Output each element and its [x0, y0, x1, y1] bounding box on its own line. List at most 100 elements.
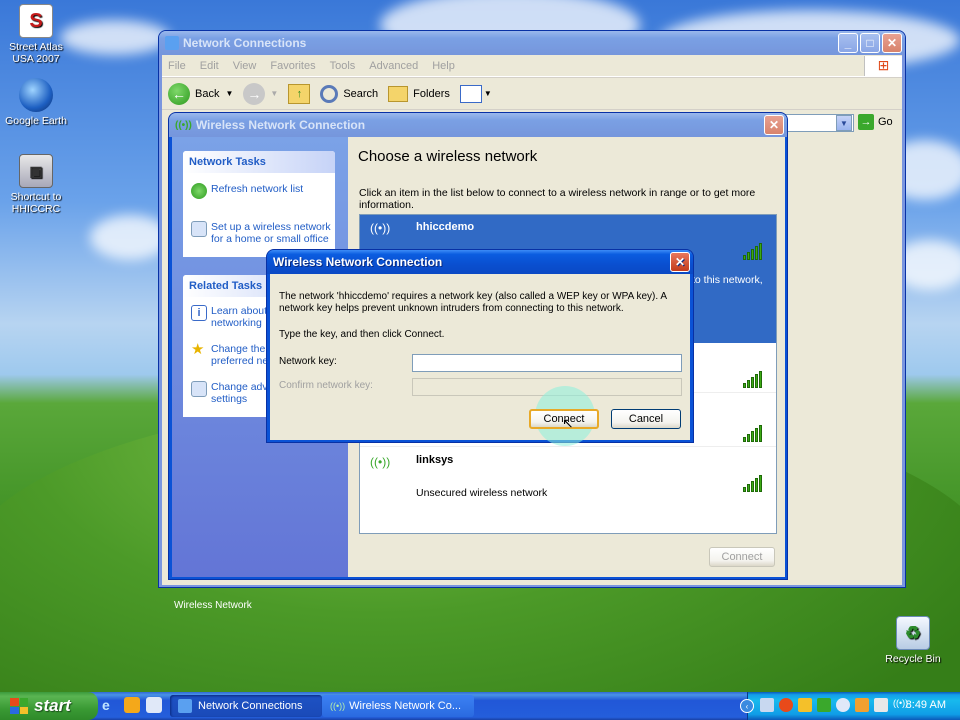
close-button[interactable]: ✕	[882, 33, 902, 53]
mouse-cursor-icon: ↖	[562, 415, 574, 431]
network-status: Unsecured wireless network	[416, 487, 548, 499]
desktop-icon-hhiccrc[interactable]: ▣ Shortcut to HHICCRC	[0, 154, 76, 215]
setup-wireless-network-link[interactable]: Set up a wireless network for a home or …	[191, 221, 331, 245]
network-key-dialog: Wireless Network Connection ✕ The networ…	[266, 249, 694, 446]
menu-file[interactable]: File	[168, 60, 186, 72]
chevron-down-icon: ▼	[270, 89, 279, 98]
menu-advanced[interactable]: Advanced	[369, 60, 418, 72]
go-arrow-icon: →	[858, 114, 874, 130]
menu-view[interactable]: View	[233, 60, 257, 72]
go-label: Go	[878, 116, 893, 128]
quick-launch: e	[102, 697, 162, 713]
taskbar: start e Network Connections ((•)) Wirele…	[0, 692, 960, 720]
wireless-title-bar[interactable]: ((•)) Wireless Network Connection ✕	[169, 113, 787, 137]
signal-strength-icon	[743, 475, 762, 492]
signal-strength-icon	[743, 243, 762, 260]
taskbar-item-label: Wireless Network Co...	[349, 700, 461, 712]
address-dropdown[interactable]: ▼	[836, 115, 852, 131]
folders-button[interactable]: Folders	[388, 85, 450, 102]
refresh-network-list-link[interactable]: Refresh network list	[191, 183, 331, 199]
menu-edit[interactable]: Edit	[200, 60, 219, 72]
recycle-bin-icon: ♻	[896, 616, 930, 650]
menu-tools[interactable]: Tools	[330, 60, 356, 72]
explorer-bottom-label: Wireless Network	[174, 600, 252, 611]
windows-flag-icon	[10, 698, 28, 714]
taskbar-wireless-network[interactable]: ((•)) Wireless Network Co...	[322, 695, 474, 717]
back-label: Back	[195, 87, 220, 100]
refresh-icon	[191, 183, 207, 199]
views-button[interactable]: ▼	[459, 84, 492, 103]
window-title: Network Connections	[183, 36, 307, 50]
signal-strength-icon	[743, 425, 762, 442]
menu-favorites[interactable]: Favorites	[270, 60, 315, 72]
tray-app-icon[interactable]	[817, 698, 831, 712]
desktop-icon-label: Shortcut to	[10, 191, 62, 203]
forward-button[interactable]: → ▼	[243, 82, 279, 105]
setup-network-icon	[191, 221, 207, 237]
cancel-button[interactable]: Cancel	[611, 409, 681, 429]
tray-app-icon[interactable]	[760, 698, 774, 712]
system-tray: ‹ ((•)) 8:49 AM	[740, 692, 960, 720]
show-desktop-icon[interactable]	[146, 697, 162, 713]
desktop-icon-street-atlas[interactable]: S Street Atlas USA 2007	[0, 4, 76, 65]
show-hidden-icons-icon[interactable]: ‹	[740, 699, 754, 713]
dialog-title-bar[interactable]: Wireless Network Connection ✕	[267, 250, 693, 274]
start-button[interactable]: start	[0, 692, 98, 720]
up-button[interactable]: ↑	[288, 83, 311, 104]
internet-explorer-icon[interactable]: e	[102, 697, 118, 713]
maximize-button[interactable]: □	[860, 33, 880, 53]
street-atlas-icon: S	[19, 4, 53, 38]
search-label: Search	[343, 87, 379, 100]
network-key-input[interactable]	[412, 354, 682, 372]
wireless-antenna-icon: ((•))	[175, 119, 192, 131]
tray-app-icon[interactable]	[836, 698, 850, 712]
back-arrow-icon: ←	[168, 82, 190, 105]
start-label: start	[34, 696, 71, 715]
tray-security-icon[interactable]	[779, 698, 793, 712]
close-button[interactable]: ✕	[670, 252, 690, 272]
instruction-text: Click an item in the list below to conne…	[359, 187, 756, 211]
network-key-label: Network key:	[279, 356, 337, 367]
google-earth-icon	[19, 78, 53, 112]
network-tasks-panel: Network Tasks Refresh network list Set u…	[183, 151, 335, 257]
windows-logo-icon: ⊞	[864, 55, 902, 76]
task-label: Set up a wireless network for a home or …	[211, 221, 331, 245]
tray-icons: ((•))	[760, 698, 908, 712]
network-tasks-header: Network Tasks	[183, 151, 335, 173]
star-icon: ★	[191, 341, 205, 358]
taskbar-network-connections[interactable]: Network Connections	[170, 695, 322, 717]
desktop-icon-label: HHICCRC	[11, 203, 61, 215]
computer-shortcut-icon: ▣	[19, 154, 53, 188]
toolbar: ← Back ▼ → ▼ ↑ Search Folders ▼	[162, 77, 902, 109]
network-name: linksys	[416, 454, 454, 466]
network-detail: to this network,	[692, 274, 763, 286]
desktop-icon-label: Street Atlas	[9, 41, 63, 53]
desktop-icon-label: Recycle Bin	[885, 653, 941, 665]
desktop-icon-label: USA 2007	[12, 53, 60, 65]
page-title: Choose a wireless network	[358, 148, 538, 165]
tray-app-icon[interactable]	[855, 698, 869, 712]
network-item-linksys[interactable]: ((•)) linksys Unsecured wireless network	[360, 449, 776, 501]
desktop-icon-label: Google Earth	[5, 115, 67, 127]
confirm-key-label: Confirm network key:	[279, 380, 373, 391]
chevron-down-icon: ▼	[225, 89, 234, 98]
task-label: Refresh network list	[211, 183, 304, 195]
explorer-title-bar[interactable]: Network Connections _ □ ✕	[159, 31, 905, 55]
connect-button[interactable]: Connect	[709, 547, 775, 567]
minimize-button[interactable]: _	[838, 33, 858, 53]
close-button[interactable]: ✕	[764, 115, 784, 135]
desktop-icon-recycle-bin[interactable]: ♻ Recycle Bin	[873, 616, 953, 665]
back-button[interactable]: ← Back ▼	[168, 82, 234, 105]
search-icon	[320, 84, 339, 103]
forward-arrow-icon: →	[243, 82, 266, 105]
outlook-express-icon[interactable]	[124, 697, 140, 713]
menu-help[interactable]: Help	[432, 60, 455, 72]
tray-app-icon[interactable]	[798, 698, 812, 712]
clock[interactable]: 8:49 AM	[906, 699, 946, 711]
desktop-icon-google-earth[interactable]: Google Earth	[0, 78, 76, 127]
volume-icon[interactable]	[874, 698, 888, 712]
folders-icon	[388, 85, 409, 102]
go-button[interactable]: → Go	[858, 114, 893, 130]
search-button[interactable]: Search	[320, 84, 379, 103]
views-icon	[459, 84, 482, 103]
